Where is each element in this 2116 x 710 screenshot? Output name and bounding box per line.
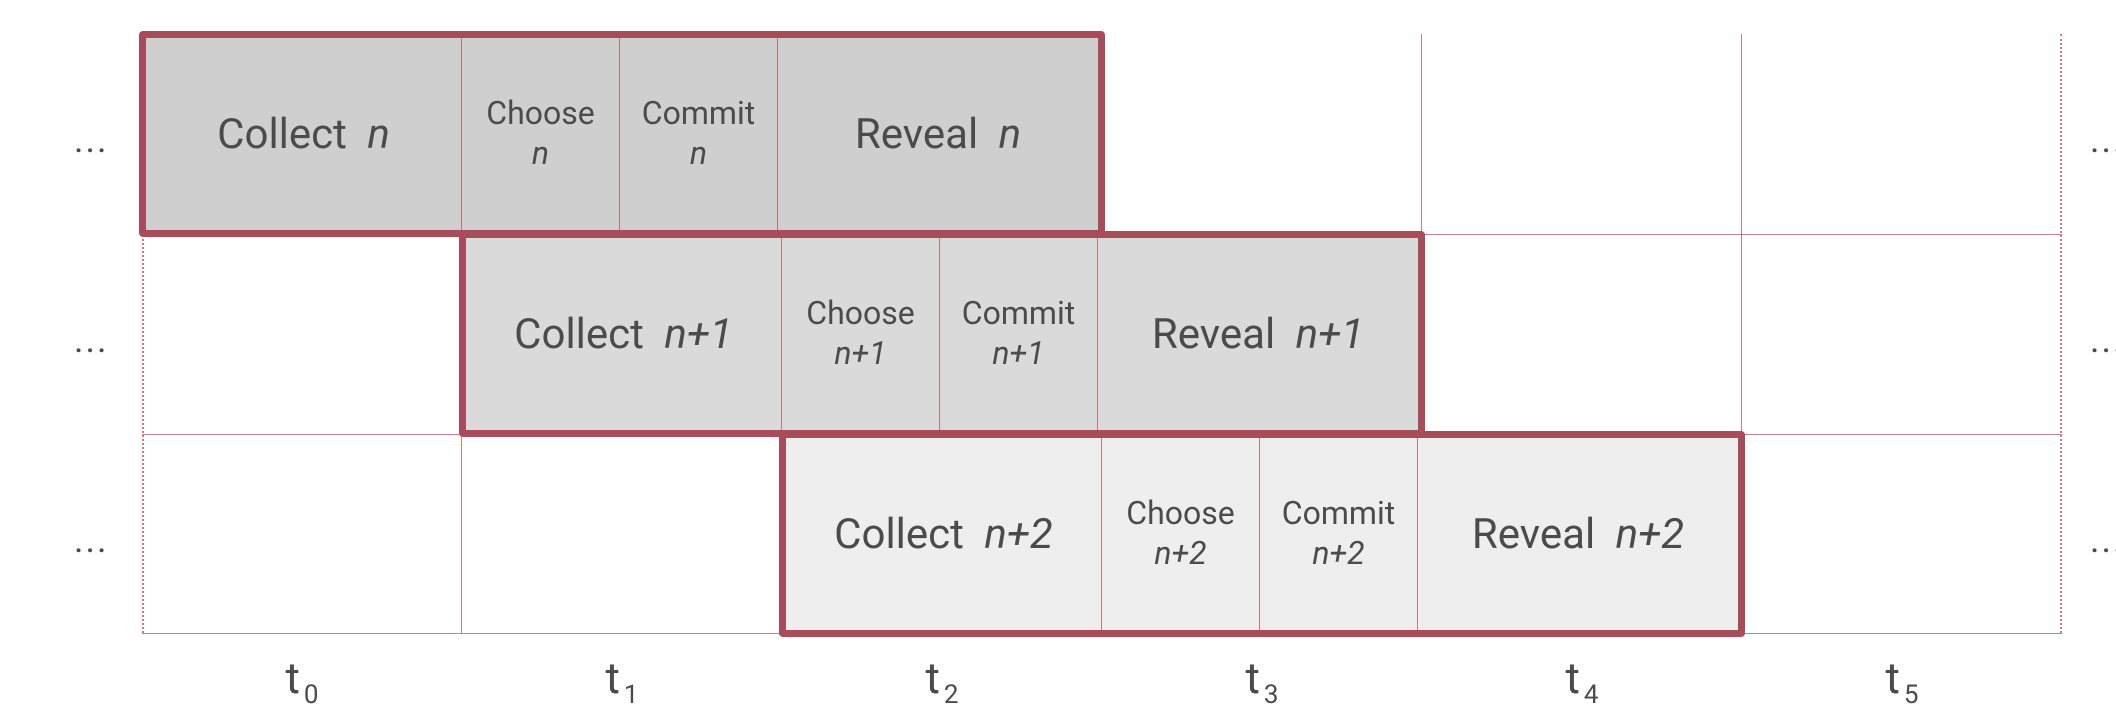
commit-n-cell: Commit n [620,38,778,230]
commit-n-expr: n [690,137,707,171]
reveal-n1-word: Reveal [1152,310,1275,359]
choose-n1-word: Choose [806,297,914,331]
tick-t4: t4 [1565,656,1598,700]
reveal-n-expr: n [999,110,1022,159]
tick-t1-sub: 1 [624,680,639,710]
tick-t4-sub: 4 [1584,680,1599,710]
row-ellipsis-right-0: ... [2090,122,2116,158]
phase-group-n2: Collect n+2 Choose n+2 Commit n+2 Reveal… [779,431,1745,637]
reveal-n2-expr: n+2 [1616,510,1685,559]
collect-n2-expr: n+2 [984,510,1053,559]
choose-n1-expr: n+1 [834,337,886,371]
choose-n2-cell: Choose n+2 [1102,438,1260,630]
reveal-n-cell: Reveal n [778,38,1098,230]
tick-t3-sub: 3 [1264,680,1279,710]
row-ellipsis-right-1: ... [2090,322,2116,358]
tick-t2: t2 [925,656,958,700]
reveal-n-word: Reveal [855,110,978,159]
commit-n2-word: Commit [1282,497,1395,531]
choose-n-cell: Choose n [462,38,620,230]
tick-t2-sub: 2 [944,680,959,710]
tick-t3: t3 [1245,656,1278,700]
commit-n2-expr: n+2 [1312,537,1364,571]
diagram-stage: ... ... ... ... ... ... Collect n Choose… [0,0,2116,682]
reveal-n2-word: Reveal [1472,510,1595,559]
collect-n1-expr: n+1 [664,310,733,359]
commit-n1-word: Commit [962,297,1075,331]
tick-t0-letter: t [285,652,299,704]
collect-n1-cell: Collect n+1 [466,238,782,430]
phase-group-n: Collect n Choose n Commit n Reveal n [139,31,1105,237]
tick-t5-sub: 5 [1904,680,1919,710]
commit-n1-cell: Commit n+1 [940,238,1098,430]
reveal-n2-cell: Reveal n+2 [1418,438,1738,630]
choose-n2-expr: n+2 [1154,537,1206,571]
collect-n-expr: n [367,110,390,159]
choose-n1-cell: Choose n+1 [782,238,940,430]
row-ellipsis-left-2: ... [74,522,108,558]
choose-n2-word: Choose [1126,497,1234,531]
row-ellipsis-left-1: ... [74,322,108,358]
collect-n1-word: Collect [514,310,644,359]
tick-t5-letter: t [1885,652,1899,704]
collect-n-cell: Collect n [146,38,462,230]
tick-t1-letter: t [605,652,619,704]
grid-col-5 [1742,34,2062,633]
tick-t0-sub: 0 [304,680,319,710]
choose-n-word: Choose [486,97,594,131]
tick-t5: t5 [1885,656,1918,700]
tick-t2-letter: t [925,652,939,704]
tick-t3-letter: t [1245,652,1259,704]
reveal-n1-cell: Reveal n+1 [1098,238,1418,430]
choose-n-expr: n [532,137,549,171]
commit-n2-cell: Commit n+2 [1260,438,1418,630]
collect-n-word: Collect [217,110,347,159]
tick-t0: t0 [285,656,318,700]
commit-n-word: Commit [642,97,755,131]
collect-n2-cell: Collect n+2 [786,438,1102,630]
commit-n1-expr: n+1 [992,337,1044,371]
collect-n2-word: Collect [834,510,964,559]
row-ellipsis-left-0: ... [74,122,108,158]
row-ellipsis-right-2: ... [2090,522,2116,558]
tick-t1: t1 [605,656,638,700]
phase-group-n1: Collect n+1 Choose n+1 Commit n+1 Reveal… [459,231,1425,437]
tick-t4-letter: t [1565,652,1579,704]
reveal-n1-expr: n+1 [1296,310,1365,359]
